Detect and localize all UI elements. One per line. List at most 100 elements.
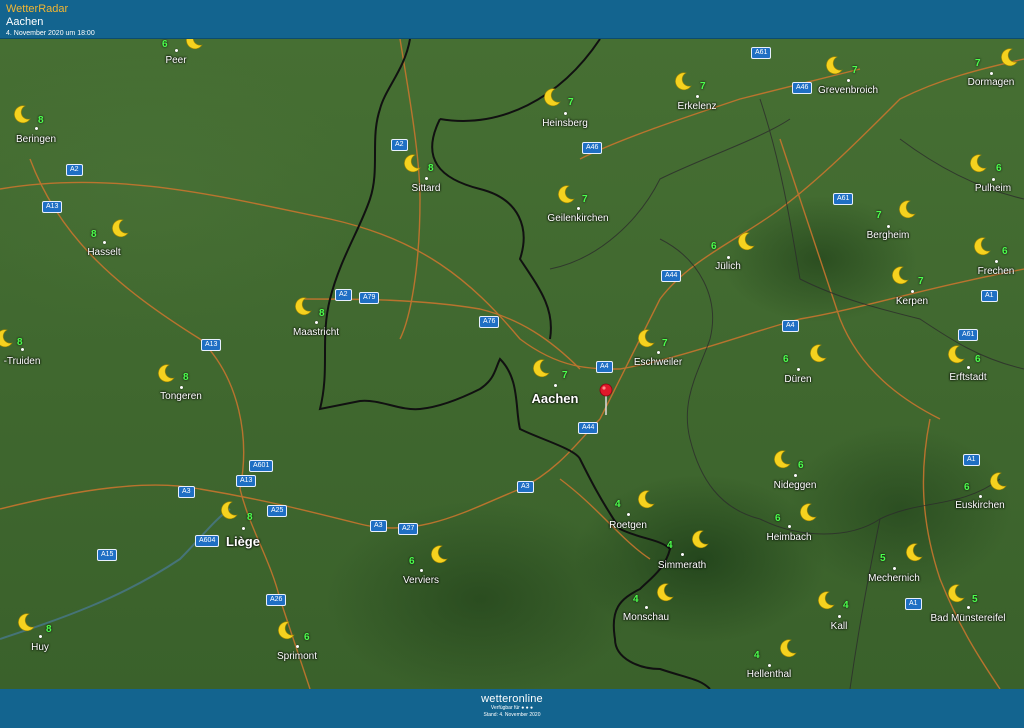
city-dot (911, 290, 914, 293)
city-label[interactable]: Aachen (532, 391, 579, 406)
map-lines (0, 39, 1024, 689)
city-label[interactable]: Liège (226, 534, 260, 549)
crescent-moon-icon (293, 296, 313, 316)
city-dot (425, 177, 428, 180)
crescent-moon-icon (772, 449, 792, 469)
crescent-moon-icon (816, 590, 836, 610)
weather-map[interactable]: Peer 6 Beringen 8 Hasselt 8 -Truiden 8 Tongeren 8… (0, 39, 1024, 689)
city-label[interactable]: Tongeren (160, 391, 202, 402)
city-label[interactable]: Sittard (412, 183, 441, 194)
city-label[interactable]: Frechen (978, 266, 1015, 277)
crescent-moon-icon (808, 343, 828, 363)
temperature-value: 8 (247, 512, 253, 523)
highway-badge: A13 (236, 475, 257, 487)
temperature-value: 8 (183, 372, 189, 383)
city-label[interactable]: Kerpen (896, 296, 928, 307)
city-label[interactable]: -Truiden (4, 356, 41, 367)
city-label[interactable]: Peer (165, 55, 186, 66)
start-text: Stand: 4. November 2020 (483, 712, 541, 718)
city-dot (627, 513, 630, 516)
city-label[interactable]: Hasselt (87, 247, 120, 258)
city-label[interactable]: Bad Münstereifel (930, 613, 1005, 624)
temperature-value: 6 (975, 354, 981, 365)
crescent-moon-icon (0, 328, 14, 348)
temperature-value: 8 (46, 624, 52, 635)
highway-badge: A1 (905, 598, 922, 610)
city-label[interactable]: Mechernich (868, 573, 920, 584)
highway-badge: A3 (178, 486, 195, 498)
city-dot (788, 525, 791, 528)
city-label[interactable]: Geilenkirchen (547, 213, 608, 224)
city-label[interactable]: Euskirchen (955, 500, 1004, 511)
crescent-moon-icon (156, 363, 176, 383)
timestamp: 4. November 2020 um 18:00 (6, 30, 95, 37)
highway-badge: A46 (792, 82, 813, 94)
temperature-value: 8 (428, 163, 434, 174)
temperature-value: 6 (409, 556, 415, 567)
city-dot (564, 112, 567, 115)
city-label[interactable]: Roetgen (609, 520, 647, 531)
temperature-value: 4 (843, 600, 849, 611)
temperature-value: 6 (1002, 246, 1008, 257)
highway-badge: A25 (267, 505, 288, 517)
city-label[interactable]: Verviers (403, 575, 439, 586)
location-name: Aachen (6, 16, 44, 28)
city-label[interactable]: Heimbach (766, 532, 811, 543)
city-label[interactable]: Pulheim (975, 183, 1011, 194)
city-label[interactable]: Erkelenz (678, 101, 717, 112)
crescent-moon-icon (798, 502, 818, 522)
city-dot (645, 606, 648, 609)
crescent-moon-icon (556, 184, 576, 204)
crescent-moon-icon (276, 620, 296, 640)
city-label[interactable]: Beringen (16, 134, 56, 145)
city-dot (768, 664, 771, 667)
highway-badge: A1 (981, 290, 998, 302)
city-label[interactable]: Heinsberg (542, 118, 588, 129)
crescent-moon-icon (736, 231, 756, 251)
city-dot (577, 207, 580, 210)
city-label[interactable]: Sprimont (277, 651, 317, 662)
city-label[interactable]: Grevenbroich (818, 85, 878, 96)
city-label[interactable]: Eschweiler (634, 357, 682, 368)
city-label[interactable]: Düren (784, 374, 811, 385)
temperature-value: 7 (918, 276, 924, 287)
temperature-value: 7 (852, 65, 858, 76)
city-label[interactable]: Dormagen (968, 77, 1015, 88)
temperature-value: 4 (615, 499, 621, 510)
city-label[interactable]: Simmerath (658, 560, 706, 571)
highway-badge: A601 (249, 460, 274, 472)
city-dot (420, 569, 423, 572)
city-label[interactable]: Hellenthal (747, 669, 791, 680)
highway-badge: A27 (398, 523, 419, 535)
temperature-value: 6 (162, 39, 168, 50)
city-label[interactable]: Bergheim (867, 230, 910, 241)
highway-badge: A13 (201, 339, 222, 351)
city-dot (727, 256, 730, 259)
highway-badge: A604 (195, 535, 220, 547)
city-dot (797, 368, 800, 371)
city-dot (967, 366, 970, 369)
city-dot (175, 49, 178, 52)
highway-badge: A61 (958, 329, 979, 341)
highway-badge: A79 (359, 292, 380, 304)
city-dot (296, 645, 299, 648)
wetteronline-logo[interactable]: wetteronline (0, 693, 1024, 705)
temperature-value: 7 (975, 58, 981, 69)
city-label[interactable]: Nideggen (774, 480, 817, 491)
crescent-moon-icon (429, 544, 449, 564)
header-bar: WetterRadar Aachen 4. November 2020 um 1… (0, 0, 1024, 39)
highway-badge: A15 (97, 549, 118, 561)
city-label[interactable]: Erftstadt (949, 372, 986, 383)
highway-badge: A2 (391, 139, 408, 151)
city-label[interactable]: Maastricht (293, 327, 339, 338)
city-dot (681, 553, 684, 556)
city-label[interactable]: Jülich (715, 261, 741, 272)
highway-badge: A13 (42, 201, 63, 213)
crescent-moon-icon (968, 153, 988, 173)
city-label[interactable]: Kall (831, 621, 848, 632)
highway-badge: A4 (782, 320, 799, 332)
temperature-value: 4 (633, 594, 639, 605)
crescent-moon-icon (897, 199, 917, 219)
city-label[interactable]: Huy (31, 642, 49, 653)
city-label[interactable]: Monschau (623, 612, 669, 623)
